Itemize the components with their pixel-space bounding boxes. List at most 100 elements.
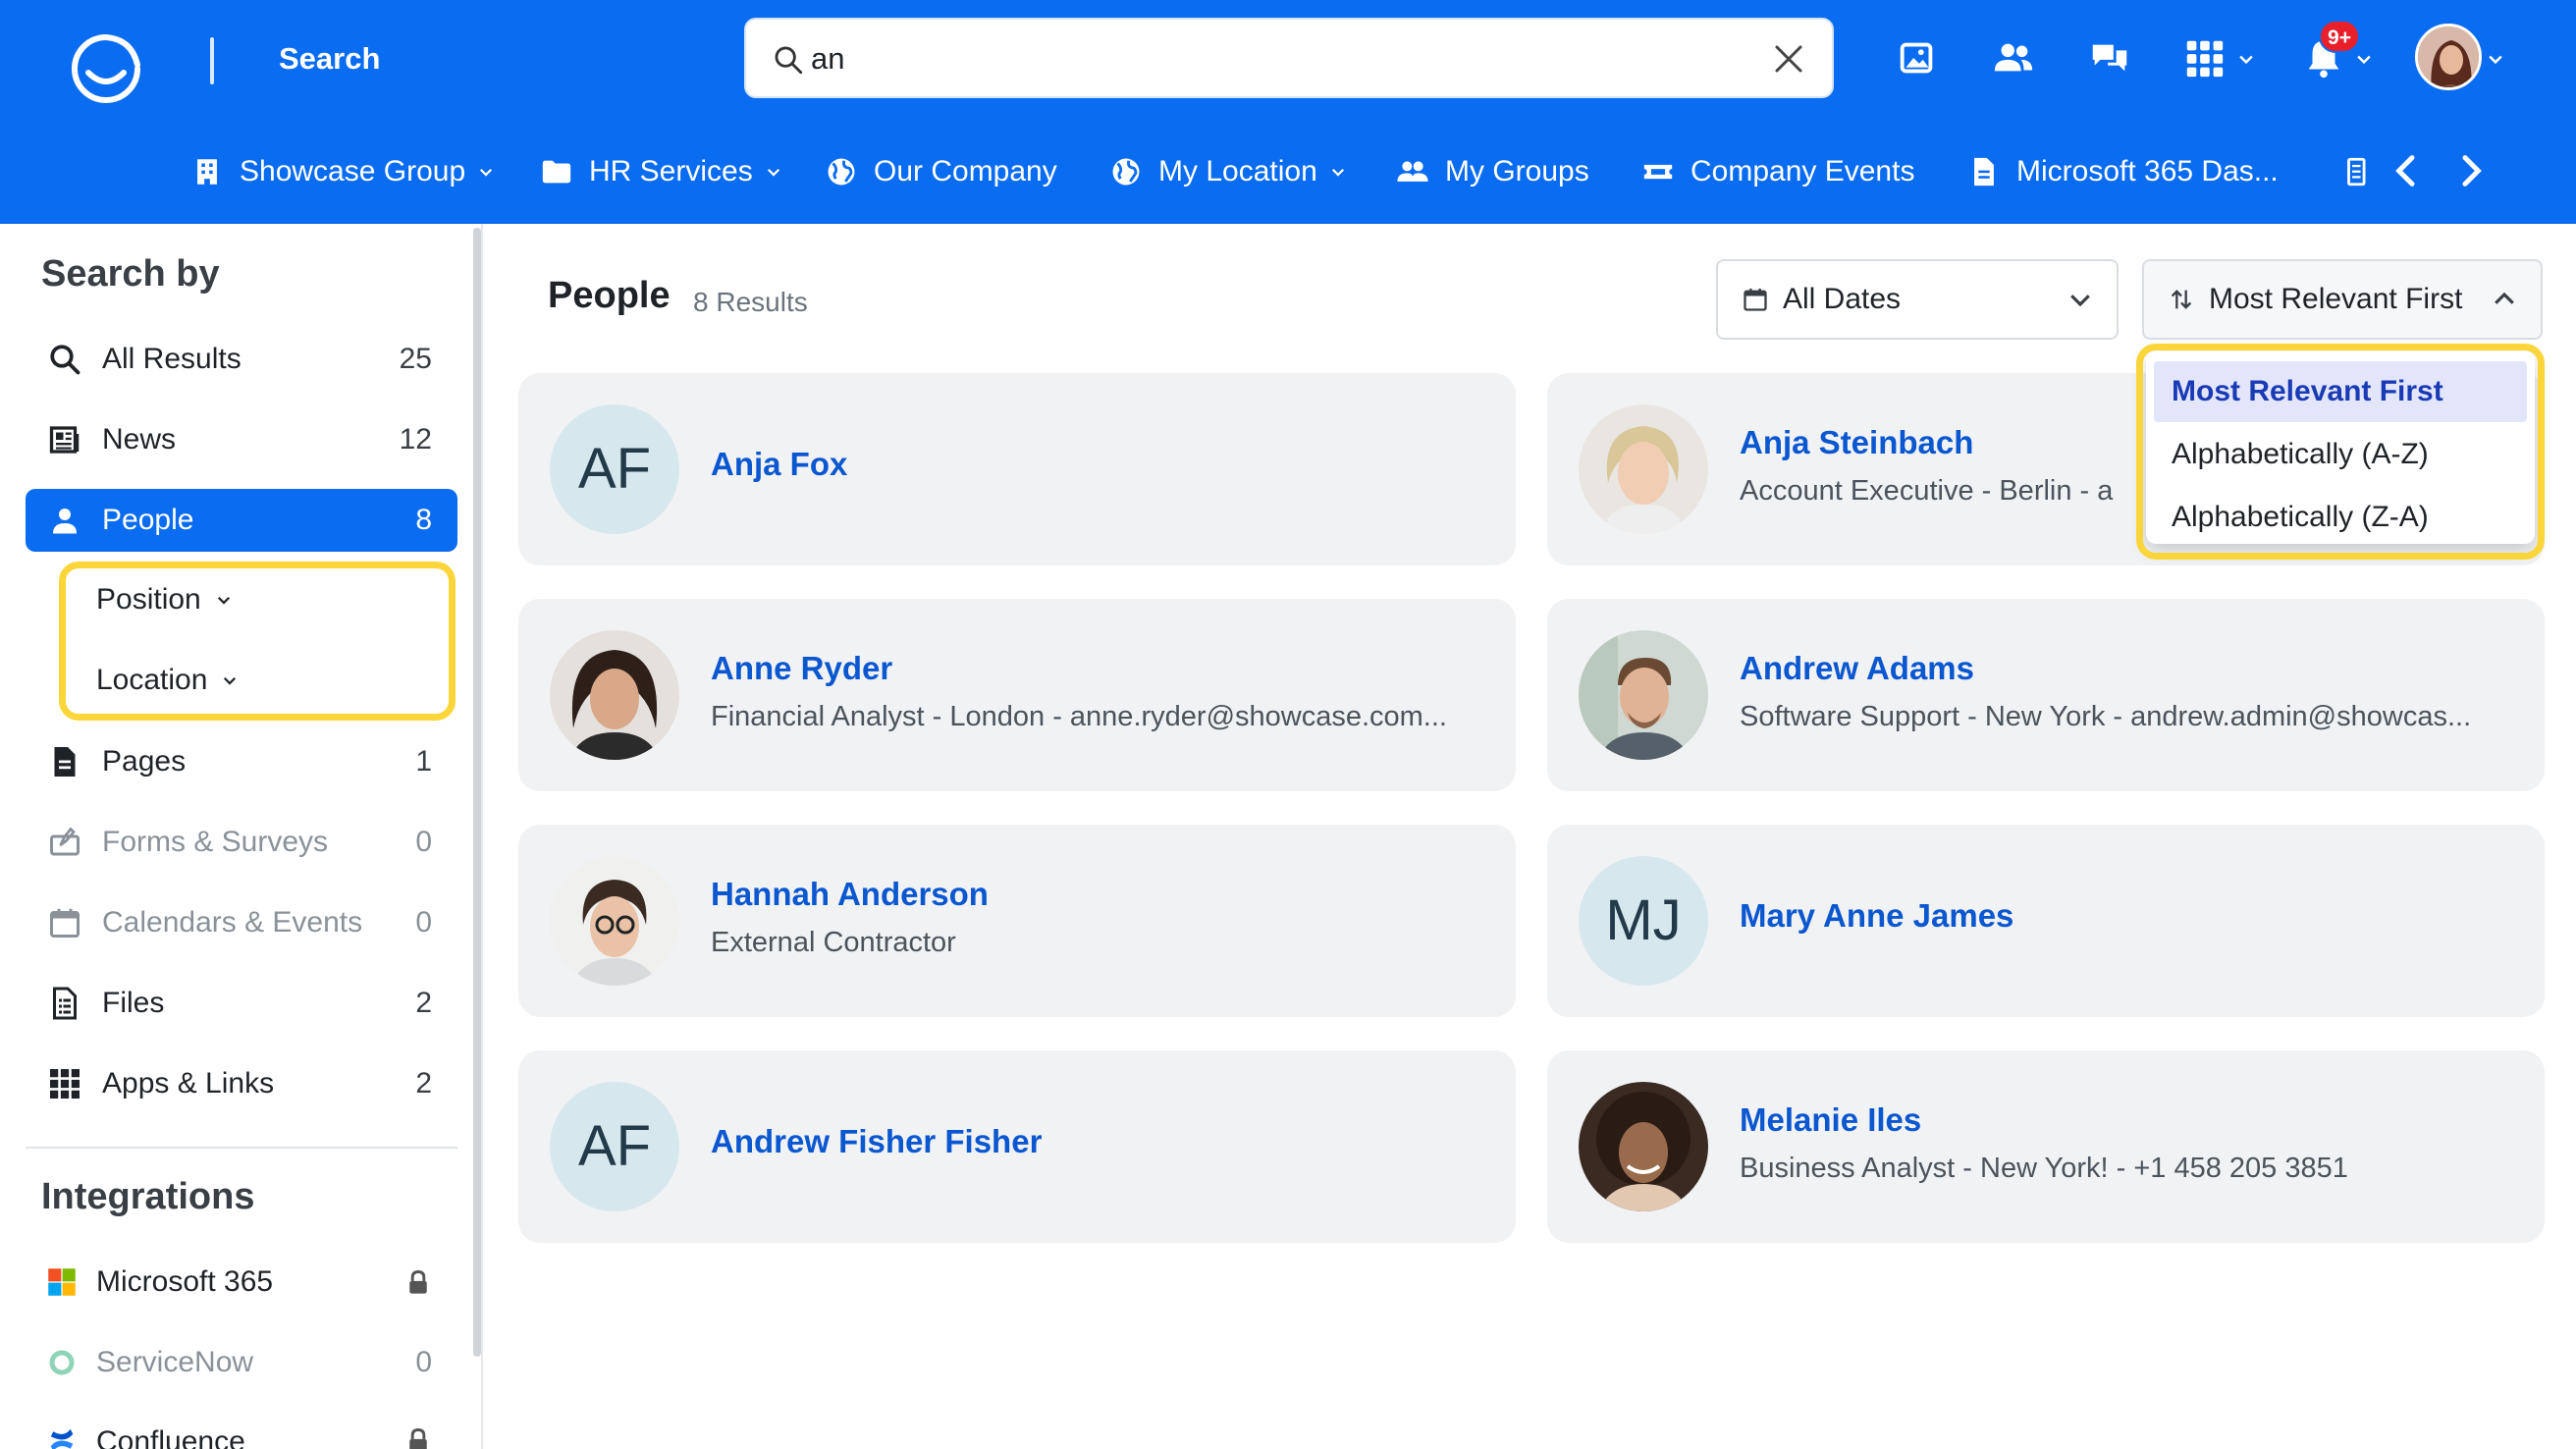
person-name-link[interactable]: Mary Anne James [1740,897,2013,935]
person-card[interactable]: AF Anja Fox [518,373,1516,565]
document-icon [1974,157,1994,187]
person-name-link[interactable]: Hannah Anderson [711,876,989,913]
chevron-down-icon [224,676,237,685]
results-title: People [548,275,671,316]
sidebar-item-count: 8 [415,504,432,536]
integration-microsoft-365[interactable]: Microsoft 365 [26,1251,457,1314]
servicenow-logo-icon [49,1350,75,1375]
sidebar-item-count: 12 [399,423,432,456]
date-filter-dropdown[interactable]: All Dates [1716,259,2119,340]
person-card[interactable]: MJ Mary Anne James [1547,825,2545,1017]
person-photo [1579,1082,1708,1211]
nav-item-our-company[interactable]: Our Company [825,137,1057,206]
search-input[interactable] [811,33,1694,84]
sidebar-item-label: Calendars & Events [102,906,363,939]
person-name-link[interactable]: Anne Ryder [711,650,892,687]
sidebar-item-count: 2 [415,987,432,1019]
chevron-up-icon [2495,292,2514,304]
person-name-link[interactable]: Andrew Adams [1740,650,1974,687]
chevron-down-icon [480,168,493,177]
nav-item-label: Microsoft 365 Das... [2016,155,2279,188]
filter-location[interactable]: Location [96,664,239,697]
person-photo [1579,404,1708,534]
integration-servicenow[interactable]: ServiceNow 0 [26,1331,457,1394]
sidebar-item-pages[interactable]: Pages 1 [26,730,457,793]
person-photo [550,856,679,986]
sort-menu-highlight [2136,344,2545,560]
person-card[interactable]: Andrew Adams Software Support - New York… [1547,599,2545,791]
nav-prev-icon[interactable] [2388,149,2427,192]
nav-item-showcase-group[interactable]: Showcase Group [190,137,495,206]
globe-icon [828,158,855,186]
sidebar-item-calendars-events[interactable]: Calendars & Events 0 [26,891,457,954]
search-box[interactable] [744,18,1834,98]
lock-icon [409,1270,427,1294]
apps-grid-icon[interactable] [2181,35,2227,80]
chevron-down-icon [2070,295,2090,307]
person-detail: External Contractor [711,927,956,958]
sidebar-item-label: ServiceNow [96,1346,254,1378]
person-initials-avatar: AF [550,1082,679,1211]
people-icon[interactable] [1991,35,2036,80]
nav-item-overflow[interactable] [2340,137,2389,206]
sidebar-item-label: News [102,423,177,456]
nav-item-company-events[interactable]: Company Events [1641,137,1914,206]
sidebar-item-forms-surveys[interactable]: Forms & Surveys 0 [26,811,457,874]
person-name-link[interactable]: Andrew Fisher Fisher [711,1123,1042,1160]
user-avatar[interactable] [2415,24,2482,90]
person-photo [550,630,679,760]
chat-icon[interactable] [2087,35,2132,80]
confluence-logo-icon [50,1428,74,1449]
chevron-down-icon[interactable] [2236,49,2256,69]
chevron-down-icon [767,168,779,177]
newspaper-icon [49,426,80,454]
sidebar-item-label: Microsoft 365 [96,1265,274,1298]
microsoft-logo-icon [48,1268,76,1296]
person-detail: Business Analyst - New York! - +1 458 20… [1740,1153,2348,1184]
person-card[interactable]: AF Andrew Fisher Fisher [518,1050,1516,1243]
person-card[interactable]: Melanie Iles Business Analyst - New York… [1547,1050,2545,1243]
nav-item-my-location[interactable]: My Location [1109,137,1347,206]
sidebar-item-label: Files [102,987,165,1019]
person-name-link[interactable]: Anja Steinbach [1740,424,1973,461]
nav-item-label: HR Services [589,155,753,188]
nav-item-microsoft-365[interactable]: Microsoft 365 Das... [1967,137,2279,206]
grid-icon [50,1069,80,1099]
top-bar: Search 9+ Showcase Group [0,0,2576,224]
nav-next-icon[interactable] [2450,149,2490,192]
chevron-down-icon[interactable] [2486,49,2505,69]
sort-icon [2171,290,2192,309]
person-card[interactable]: Hannah Anderson External Contractor [518,825,1516,1017]
sidebar-item-apps-links[interactable]: Apps & Links 2 [26,1052,457,1115]
ticket-icon [1643,164,1673,180]
person-name-link[interactable]: Melanie Iles [1740,1101,1921,1139]
person-detail: Software Support - New York - andrew.adm… [1740,701,2472,732]
users-icon [1397,161,1428,182]
nav-item-label: My Location [1158,155,1317,188]
sidebar-item-people[interactable]: People 8 [26,489,457,552]
sort-dropdown[interactable]: Most Relevant First [2142,259,2543,340]
sidebar-item-news[interactable]: News 12 [26,408,457,471]
sidebar-item-count: 2 [415,1067,432,1100]
sidebar-border [481,224,483,1449]
chevron-down-icon[interactable] [2354,49,2374,69]
clear-icon[interactable] [1771,41,1806,77]
sidebar-item-all-results[interactable]: All Results 25 [26,328,457,391]
building-icon [197,159,217,185]
nav-item-my-groups[interactable]: My Groups [1396,137,1589,206]
filter-position[interactable]: Position [96,583,233,617]
person-name-link[interactable]: Anja Fox [711,446,847,483]
sidebar-item-label: People [102,504,194,536]
gallery-icon[interactable] [1895,35,1940,80]
file-icon [53,987,77,1020]
person-detail: Financial Analyst - London - anne.ryder@… [711,701,1447,732]
document-list-icon [2347,157,2366,187]
sidebar-scrollbar[interactable] [473,228,481,1357]
sidebar-item-files[interactable]: Files 2 [26,972,457,1035]
sidebar-item-count: 0 [415,826,432,858]
integration-confluence[interactable]: Confluence [26,1408,457,1449]
search-icon [50,345,80,375]
app-logo[interactable] [67,29,145,108]
nav-item-hr-services[interactable]: HR Services [540,137,782,206]
person-card[interactable]: Anne Ryder Financial Analyst - London - … [518,599,1516,791]
